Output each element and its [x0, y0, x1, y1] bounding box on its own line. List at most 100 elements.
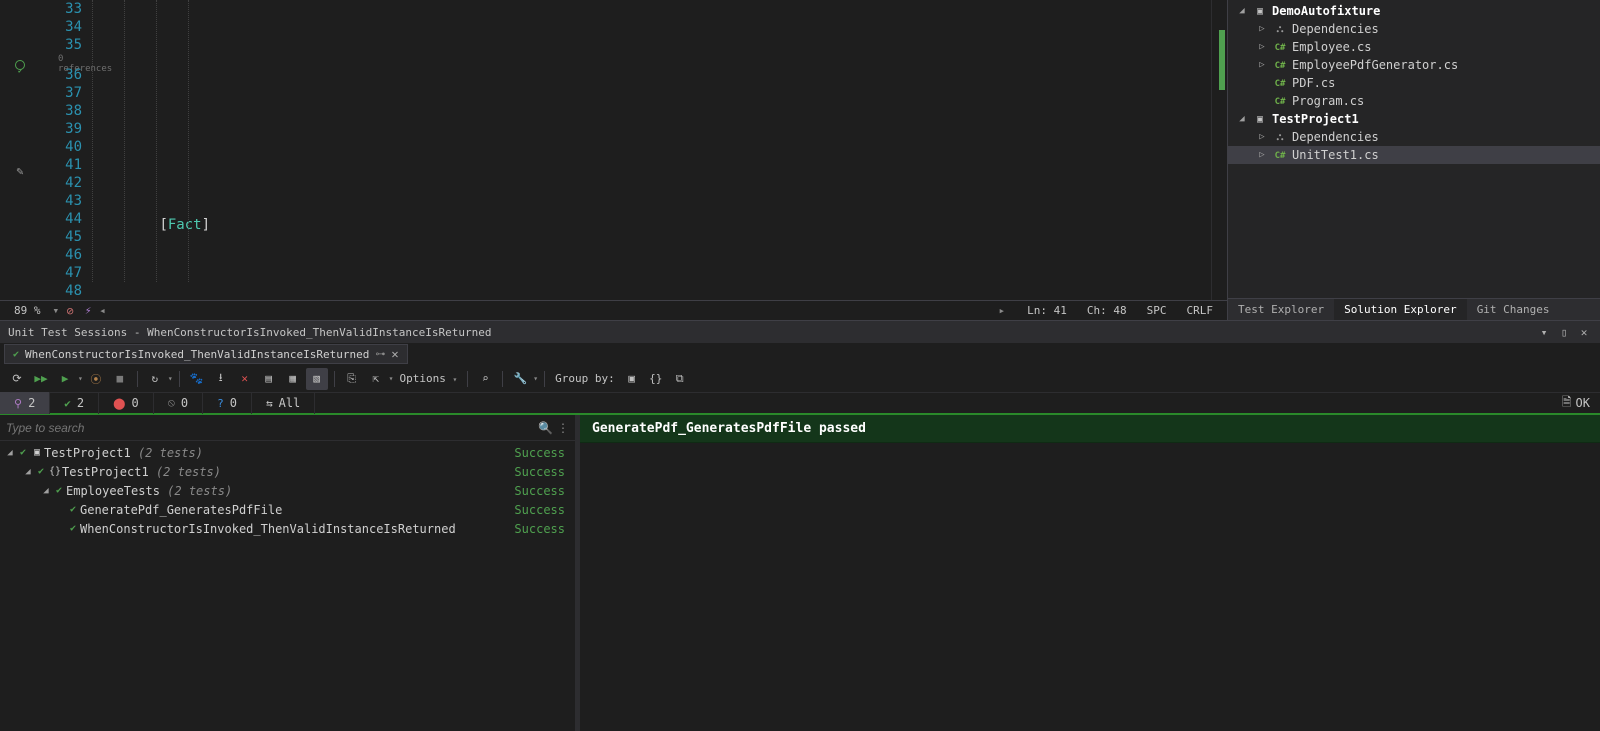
expand-icon[interactable]: ▷	[1256, 24, 1268, 34]
tab-test-explorer[interactable]: Test Explorer	[1228, 299, 1334, 320]
settings-button[interactable]: 🔧	[509, 368, 531, 390]
expand-icon[interactable]: ▷	[1256, 132, 1268, 142]
screwdriver-icon[interactable]: ✎	[16, 162, 23, 180]
node-status: Success	[514, 522, 565, 536]
collapse-button[interactable]: ▤	[258, 368, 280, 390]
run-button[interactable]: ▶	[54, 368, 76, 390]
expand-icon[interactable]: ▷	[1256, 60, 1268, 70]
test-marker-icon[interactable]: ✔	[15, 60, 25, 70]
project-node[interactable]: ◢ ▣ TestProject1	[1228, 110, 1600, 128]
expand-icon[interactable]: ◢	[1236, 6, 1248, 16]
export-button[interactable]: ⭳	[210, 368, 232, 390]
window-menu-icon[interactable]: ▾	[1536, 326, 1552, 339]
tab-git-changes[interactable]: Git Changes	[1467, 299, 1560, 320]
search-options-icon[interactable]: ⋮	[557, 421, 569, 435]
node-status: Success	[514, 503, 565, 517]
filter-ignored[interactable]: ⦸ 0	[154, 392, 203, 414]
search-input[interactable]	[6, 421, 534, 435]
test-tree-project[interactable]: ◢ ✔ ▣ TestProject1 (2 tests) Success	[0, 443, 575, 462]
zoom-level[interactable]: 89 %	[6, 304, 49, 317]
groupby-project-button[interactable]: ▣	[621, 368, 643, 390]
expand-button[interactable]: ▦	[282, 368, 304, 390]
expand-icon[interactable]: ▷	[1256, 42, 1268, 52]
tree-item-label: UnitTest1.cs	[1292, 148, 1379, 162]
tab-close-icon[interactable]: ✕	[391, 347, 398, 361]
debug-button[interactable]: ⦿	[85, 368, 107, 390]
stop-button[interactable]: ■	[109, 368, 131, 390]
event-indicator-icon[interactable]: ⚡	[81, 304, 95, 318]
fail-icon: ⬤	[113, 397, 125, 410]
tab-solution-explorer[interactable]: Solution Explorer	[1334, 299, 1467, 320]
error-indicator-icon[interactable]: ⊘	[63, 304, 77, 318]
node-label: WhenConstructorIsInvoked_ThenValidInstan…	[80, 522, 456, 536]
groupby-namespace-button[interactable]: {}	[645, 368, 667, 390]
test-tree-test[interactable]: ✔ WhenConstructorIsInvoked_ThenValidInst…	[0, 519, 575, 538]
filter-all[interactable]: ⇆ All	[252, 392, 315, 414]
test-tree-test[interactable]: ✔ GeneratePdf_GeneratesPdfFile Success	[0, 500, 575, 519]
dependencies-node[interactable]: ▷ ⛬ Dependencies	[1228, 128, 1600, 146]
solution-explorer: ◢ ▣ DemoAutofixture ▷ ⛬ Dependencies ▷ E…	[1228, 0, 1600, 320]
expand-icon[interactable]: ◢	[1236, 114, 1248, 124]
status-indent[interactable]: SPC	[1139, 304, 1175, 317]
session-tab-label: WhenConstructorIsInvoked_ThenValidInstan…	[25, 348, 369, 361]
filter-unknown[interactable]: ? 0	[203, 392, 252, 414]
filter-broken[interactable]: ⚲ 2	[0, 392, 50, 414]
refresh-button[interactable]: ⟳	[6, 368, 28, 390]
node-status: Success	[514, 465, 565, 479]
track-button[interactable]: 🐾	[186, 368, 208, 390]
pin-icon[interactable]: ▯	[1556, 326, 1572, 339]
new-session-button[interactable]: ⎘	[341, 368, 363, 390]
code-editor[interactable]: ✔ ✎ 333435 0 references 3637383940414243…	[0, 0, 1228, 320]
status-eol[interactable]: CRLF	[1179, 304, 1222, 317]
editor-margin: ✔ ✎	[0, 0, 40, 300]
panel-title-bar[interactable]: Unit Test Sessions - WhenConstructorIsIn…	[0, 321, 1600, 343]
test-tree-class[interactable]: ◢ ✔ EmployeeTests (2 tests) Success	[0, 481, 575, 500]
file-node[interactable]: ▷ Employee.cs	[1228, 38, 1600, 56]
file-node[interactable]: ▷ PDF.cs	[1228, 74, 1600, 92]
nav-left-icon[interactable]: ◂	[99, 304, 106, 317]
solution-tree[interactable]: ◢ ▣ DemoAutofixture ▷ ⛬ Dependencies ▷ E…	[1228, 0, 1600, 298]
search-icon[interactable]: 🔍	[538, 421, 553, 435]
node-label: TestProject1	[44, 446, 131, 460]
dependencies-node[interactable]: ▷ ⛬ Dependencies	[1228, 20, 1600, 38]
expand-icon[interactable]: ▷	[1256, 150, 1268, 160]
test-toolbar: ⟳ ▶▶ ▶ ▾ ⦿ ■ ↻ ▾ 🐾 ⭳ ✕ ▤ ▦ ▧ ⎘ ⇱ ▾ Optio…	[0, 365, 1600, 393]
pass-icon: ✔	[66, 523, 80, 534]
options-dropdown[interactable]: Options ▾	[395, 372, 461, 385]
show-output-button[interactable]: ▧	[306, 368, 328, 390]
filter-ok[interactable]: 🗎 OK	[1552, 393, 1600, 414]
file-node[interactable]: ▷ Program.cs	[1228, 92, 1600, 110]
file-node[interactable]: ▷ UnitTest1.cs	[1228, 146, 1600, 164]
test-tree[interactable]: ◢ ✔ ▣ TestProject1 (2 tests) Success ◢ ✔…	[0, 441, 575, 731]
file-node[interactable]: ▷ EmployeePdfGenerator.cs	[1228, 56, 1600, 74]
nav-right-icon[interactable]: ▸	[999, 304, 1016, 317]
filter-button[interactable]: ⌕	[474, 368, 496, 390]
code-minimap[interactable]	[1211, 0, 1227, 300]
dependencies-icon: ⛬	[1272, 24, 1288, 35]
run-all-button[interactable]: ▶▶	[30, 368, 52, 390]
status-char[interactable]: Ch: 48	[1079, 304, 1135, 317]
close-icon[interactable]: ✕	[1576, 326, 1592, 339]
tree-item-label: Employee.cs	[1292, 40, 1371, 54]
session-tab[interactable]: ✔ WhenConstructorIsInvoked_ThenValidInst…	[4, 344, 408, 364]
csharp-file-icon	[1272, 60, 1288, 71]
code-area[interactable]: [Fact] public void GeneratePdf_Generates…	[92, 0, 1211, 300]
zoom-dropdown-icon[interactable]: ▾	[53, 304, 60, 317]
csharp-file-icon	[1272, 78, 1288, 89]
expand-icon[interactable]: ◢	[4, 448, 16, 458]
expand-icon[interactable]: ◢	[22, 467, 34, 477]
status-line[interactable]: Ln: 41	[1019, 304, 1075, 317]
tree-item-label: Program.cs	[1292, 94, 1364, 108]
test-search[interactable]: 🔍 ⋮	[0, 415, 575, 441]
filter-passed[interactable]: ✔ 2	[50, 392, 99, 414]
groupby-category-button[interactable]: ⧉	[669, 368, 691, 390]
open-session-button[interactable]: ⇱	[365, 368, 387, 390]
namespace-icon: {}	[48, 466, 62, 477]
repeat-button[interactable]: ↻	[144, 368, 166, 390]
delete-button[interactable]: ✕	[234, 368, 256, 390]
project-node[interactable]: ◢ ▣ DemoAutofixture	[1228, 2, 1600, 20]
filter-failed[interactable]: ⬤ 0	[99, 392, 154, 414]
test-tree-namespace[interactable]: ◢ ✔ {} TestProject1 (2 tests) Success	[0, 462, 575, 481]
expand-icon[interactable]: ◢	[40, 486, 52, 496]
tab-pin-icon[interactable]: ⊶	[375, 349, 385, 360]
